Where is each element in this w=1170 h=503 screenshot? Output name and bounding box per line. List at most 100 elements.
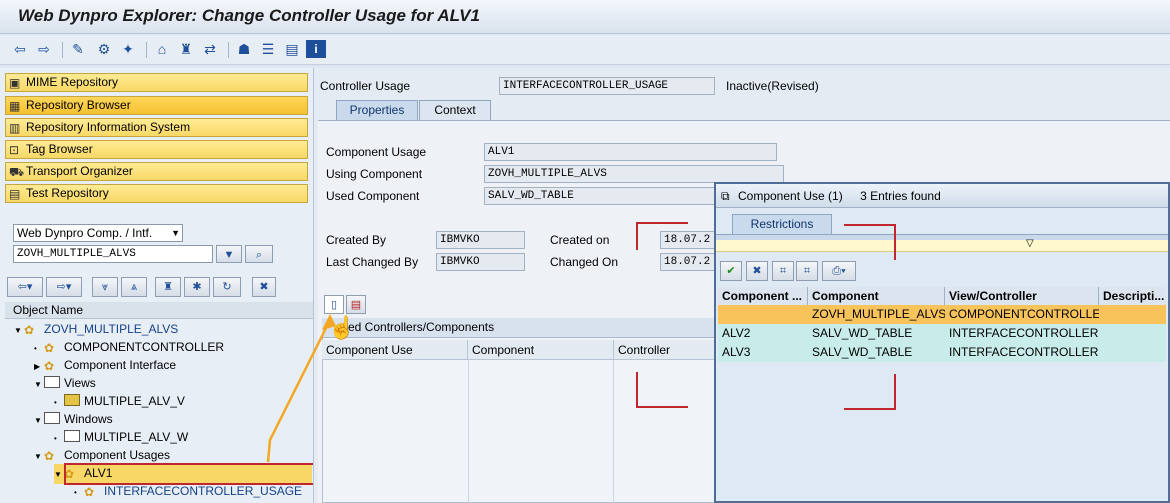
display-button[interactable]: ⌕: [245, 245, 273, 263]
tree-node-component-interface[interactable]: ▶ ✿ Component Interface: [34, 356, 176, 376]
object-name-input[interactable]: ZOVH_MULTIPLE_ALVS: [13, 245, 213, 263]
interface-icon: ✿: [44, 359, 55, 373]
views-icon: [44, 376, 60, 388]
chevron-down-icon: ▼: [171, 228, 180, 238]
expand-button[interactable]: ⩔: [92, 277, 118, 297]
chevron-down-icon: ▽: [1026, 238, 1034, 249]
tree-node-label: ZOVH_MULTIPLE_ALVS: [44, 322, 179, 336]
truck-icon: ⛟: [9, 165, 25, 179]
created-on-field[interactable]: 18.07.2: [660, 231, 716, 249]
display-change-icon[interactable]: ⚙: [94, 40, 114, 58]
object-name-value: ZOVH_MULTIPLE_ALVS: [17, 248, 136, 260]
info-icon[interactable]: i: [306, 40, 326, 58]
component-use-dialog: ⧉ Component Use (1) 3 Entries found Rest…: [714, 182, 1170, 503]
find-next-button[interactable]: ⌗: [796, 261, 818, 281]
column-component-use[interactable]: Component Use: [322, 340, 468, 359]
dropdown-button[interactable]: ▼: [216, 245, 242, 263]
column-view-controller[interactable]: View/Controller: [945, 287, 1099, 306]
changed-on-label: Changed On: [550, 255, 619, 269]
back-icon[interactable]: ⇦: [10, 40, 30, 58]
find-button[interactable]: ⌗: [772, 261, 794, 281]
component-usage-field[interactable]: ALV1: [484, 143, 777, 161]
close-icon: ✖: [752, 265, 762, 277]
display-object-list-icon[interactable]: ▤: [282, 40, 302, 58]
nav-repository-browser[interactable]: ▦ Repository Browser: [5, 96, 308, 115]
annotation-line: [894, 374, 896, 410]
toolbar-separator: [62, 42, 63, 58]
active-inactive-icon[interactable]: ✦: [118, 40, 138, 58]
test-icon: ▤: [9, 187, 21, 201]
find-icon: ✱: [192, 281, 202, 293]
toolbar-separator: [146, 42, 147, 58]
nav-transport-organizer[interactable]: ⛟ Transport Organizer: [5, 162, 308, 181]
table-row[interactable]: ZOVH_MULTIPLE_ALVS COMPONENTCONTROLLER: [718, 305, 1166, 324]
object-type-value: Web Dynpro Comp. / Intf.: [17, 226, 153, 240]
tree-node-label: Component Usages: [64, 448, 171, 462]
column-description[interactable]: Descripti...: [1099, 287, 1166, 306]
nav-mime-repository[interactable]: ▣ MIME Repository: [5, 73, 308, 92]
printer-icon: ⎙▾: [832, 265, 846, 277]
object-list-icon[interactable]: ♜: [176, 40, 196, 58]
cell-view-controller: COMPONENTCONTROLLER: [949, 307, 1099, 321]
find-button[interactable]: ✱: [184, 277, 210, 297]
bullet-icon: •: [74, 488, 77, 497]
cell-component: ZOVH_MULTIPLE_ALVS: [812, 307, 945, 321]
cancel-button[interactable]: ✖: [746, 261, 768, 281]
cell-component-use: ALV3: [722, 345, 751, 359]
tree-node-label: Component Interface: [64, 358, 177, 372]
tree-node-componentcontroller[interactable]: • ✿ COMPONENTCONTROLLER: [34, 338, 224, 358]
nav-repository-information-system[interactable]: ▥ Repository Information System: [5, 118, 308, 137]
previous-object-button[interactable]: ⇦▾: [7, 277, 43, 297]
using-component-field[interactable]: ZOVH_MULTIPLE_ALVS: [484, 165, 784, 183]
hierarchy-icon[interactable]: ☰: [258, 40, 278, 58]
created-by-field[interactable]: IBMVKO: [436, 231, 525, 249]
restrictions-collapsed-area[interactable]: ▽: [716, 238, 1168, 252]
column-component[interactable]: Component: [468, 340, 614, 359]
layout-icon[interactable]: ☗: [234, 40, 254, 58]
object-type-select[interactable]: Web Dynpro Comp. / Intf. ▼: [13, 224, 183, 242]
table-row[interactable]: ALV2 SALV_WD_TABLE INTERFACECONTROLLER: [718, 324, 1166, 343]
changed-on-field[interactable]: 18.07.2: [660, 253, 716, 271]
tree-node-view[interactable]: • MULTIPLE_ALV_V: [54, 392, 185, 412]
tree-node-interfacecontroller-usage[interactable]: • ✿ INTERFACECONTROLLER_USAGE: [74, 482, 302, 502]
tab-restrictions[interactable]: Restrictions: [732, 214, 832, 234]
next-object-button[interactable]: ⇨▾: [46, 277, 82, 297]
where-used-icon[interactable]: ⌂: [152, 40, 172, 58]
hierarchy-button[interactable]: ♜: [155, 277, 181, 297]
tree-node-window[interactable]: • MULTIPLE_ALV_W: [54, 428, 188, 448]
used-controllers-header: Component Use Component Controller: [322, 340, 717, 360]
table-row[interactable]: ALV3 SALV_WD_TABLE INTERFACECONTROLLER: [718, 343, 1166, 362]
tab-properties[interactable]: Properties: [336, 100, 418, 120]
entries-found-text: 3 Entries found: [860, 189, 941, 203]
chevron-down-icon: ▼: [14, 326, 22, 335]
window-title: Web Dynpro Explorer: Change Controller U…: [18, 6, 480, 25]
confirm-button[interactable]: ✔: [720, 261, 742, 281]
refresh-button[interactable]: ↻: [213, 277, 241, 297]
chevron-down-icon: ▼: [34, 452, 42, 461]
tab-context[interactable]: Context: [419, 100, 491, 120]
tree-node-root[interactable]: ▼ ✿ ZOVH_MULTIPLE_ALVS: [14, 320, 178, 340]
collapse-button[interactable]: ⩓: [121, 277, 147, 297]
column-component[interactable]: Component: [808, 287, 945, 306]
navigate-icon[interactable]: ⇄: [200, 40, 220, 58]
nav-label: Repository Information System: [26, 120, 191, 134]
other-object-icon[interactable]: ✎: [68, 40, 88, 58]
used-component-label: Used Component: [326, 189, 420, 203]
column-component-use[interactable]: Component ...: [718, 287, 808, 306]
tree-node-views[interactable]: ▼ Views: [34, 374, 96, 394]
status-text: Inactive(Revised): [726, 79, 819, 93]
tree-node-label: INTERFACECONTROLLER_USAGE: [104, 484, 303, 498]
nav-tag-browser[interactable]: ⊡ Tag Browser: [5, 140, 308, 159]
controller-usage-field[interactable]: INTERFACECONTROLLER_USAGE: [499, 77, 715, 95]
cell-component: SALV_WD_TABLE: [812, 326, 913, 340]
close-button[interactable]: ✖: [252, 277, 276, 297]
print-button[interactable]: ⎙▾: [822, 261, 856, 281]
tree-node-windows[interactable]: ▼ Windows: [34, 410, 113, 430]
nav-label: MIME Repository: [26, 75, 119, 89]
forward-icon[interactable]: ⇨: [34, 40, 54, 58]
delete-entry-button[interactable]: ▤: [346, 295, 366, 314]
last-changed-by-field[interactable]: IBMVKO: [436, 253, 525, 271]
checkmark-icon: ✔: [726, 265, 736, 277]
column-controller[interactable]: Controller: [614, 340, 717, 359]
nav-test-repository[interactable]: ▤ Test Repository: [5, 184, 308, 203]
